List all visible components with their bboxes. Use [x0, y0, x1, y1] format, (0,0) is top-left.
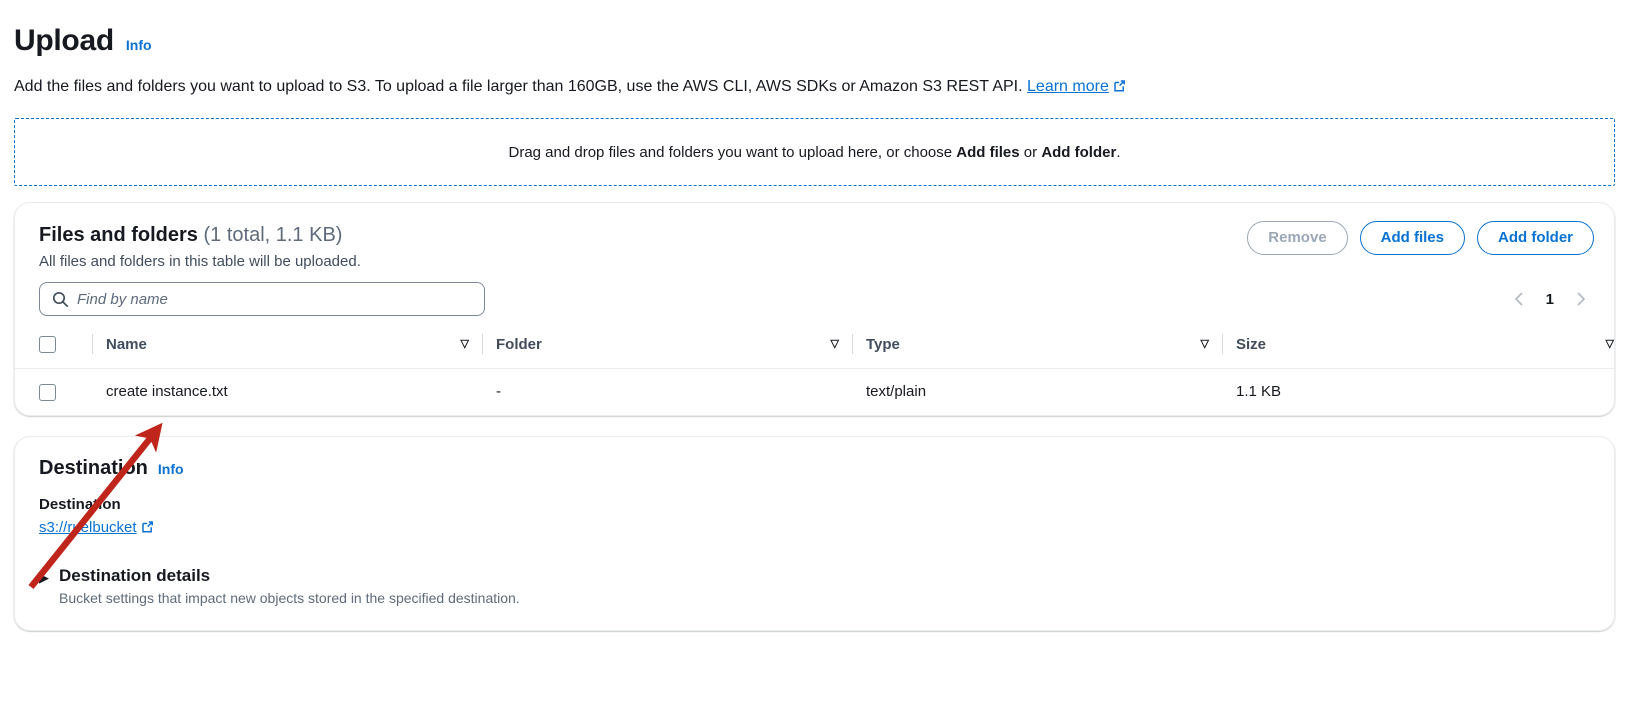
files-table-body: create instance.txt - text/plain 1.1 KB [15, 368, 1614, 415]
add-folder-button[interactable]: Add folder [1477, 221, 1594, 256]
destination-details-title[interactable]: Destination details [59, 566, 520, 586]
files-card-count: (1 total, 1.1 KB) [203, 224, 343, 247]
upload-page: Upload Info Add the files and folders yo… [0, 0, 1629, 704]
destination-details-expandable[interactable]: ▶ Destination details Bucket settings th… [39, 566, 1590, 606]
destination-card: Destination Info Destination s3://ruelbu… [14, 435, 1615, 631]
sort-icon-folder[interactable]: ▽ [831, 338, 839, 350]
remove-button[interactable]: Remove [1247, 221, 1348, 256]
column-header-folder: Folder ▽ [469, 328, 839, 369]
row-folder-cell: - [469, 368, 839, 415]
sort-icon-type[interactable]: ▽ [1201, 338, 1209, 350]
destination-details-subtitle: Bucket settings that impact new objects … [59, 589, 520, 606]
destination-field-label: Destination [39, 495, 121, 513]
column-header-size: Size ▽ [1209, 328, 1614, 369]
header-divider [1222, 334, 1223, 355]
page-description-text: Add the files and folders you want to up… [14, 77, 1023, 95]
dropzone-add-folder-hint: Add folder [1041, 143, 1117, 161]
row-name-text: create instance.txt [106, 383, 228, 401]
header-divider [482, 334, 483, 355]
page-title: Upload [14, 24, 114, 57]
dropzone-text: Drag and drop files and folders you want… [509, 144, 1121, 161]
search-box[interactable] [39, 282, 485, 317]
files-table-header-row: Name ▽ Folder ▽ Type ▽ Size ▽ [15, 328, 1614, 369]
column-header-folder-label[interactable]: Folder [496, 336, 831, 353]
row-size-text: 1.1 KB [1236, 383, 1282, 401]
file-dropzone[interactable]: Drag and drop files and folders you want… [14, 118, 1615, 187]
files-card-subtitle: All files and folders in this table will… [39, 253, 361, 271]
row-type-text: text/plain [866, 383, 927, 401]
row-select-cell [15, 368, 79, 415]
header-info-link[interactable]: Info [126, 37, 152, 53]
learn-more-label: Learn more [1027, 77, 1109, 95]
destination-bucket-text: s3://ruelbucket [39, 518, 137, 536]
external-link-icon [1112, 78, 1126, 101]
pagination-page-1[interactable]: 1 [1546, 291, 1554, 308]
chevron-right-icon[interactable] [1574, 291, 1588, 307]
row-size-cell: 1.1 KB [1209, 368, 1614, 415]
search-input[interactable] [77, 290, 484, 308]
files-filter-row: 1 [15, 270, 1614, 328]
column-header-name: Name ▽ [79, 328, 469, 369]
page-description: Add the files and folders you want to up… [14, 76, 1615, 101]
table-row[interactable]: create instance.txt - text/plain 1.1 KB [15, 368, 1614, 415]
row-checkbox[interactable] [39, 383, 56, 401]
destination-title: Destination [39, 456, 148, 479]
dropzone-text-mid: or [1019, 143, 1042, 161]
files-card-header: Files and folders (1 total, 1.1 KB) All … [15, 203, 1614, 270]
files-card-title-text: Files and folders [39, 224, 198, 247]
external-link-icon [140, 520, 154, 538]
files-table: Name ▽ Folder ▽ Type ▽ Size ▽ create ins… [15, 328, 1614, 415]
dropzone-add-files-hint: Add files [956, 143, 1020, 161]
dropzone-text-end: . [1116, 143, 1121, 161]
select-all-checkbox[interactable] [39, 335, 56, 353]
destination-bucket-link[interactable]: s3://ruelbucket [39, 519, 154, 538]
files-card-actions: Remove Add files Add folder [1247, 221, 1594, 256]
destination-header: Destination Info [39, 457, 1590, 480]
header-divider [92, 334, 93, 355]
sort-icon-size[interactable]: ▽ [1606, 338, 1614, 350]
dropzone-text-start: Drag and drop files and folders you want… [508, 143, 957, 161]
select-all-header [15, 328, 79, 369]
column-header-name-label[interactable]: Name [106, 336, 461, 353]
chevron-left-icon[interactable] [1512, 291, 1526, 307]
search-icon [52, 291, 69, 308]
learn-more-link[interactable]: Learn more [1027, 78, 1126, 95]
row-type-cell: text/plain [839, 368, 1209, 415]
row-name-cell: create instance.txt [79, 368, 469, 415]
add-files-button[interactable]: Add files [1359, 221, 1465, 256]
pagination: 1 [1512, 291, 1594, 308]
row-folder-text: - [496, 383, 501, 401]
files-and-folders-card: Files and folders (1 total, 1.1 KB) All … [14, 202, 1615, 416]
column-header-type-label[interactable]: Type [866, 336, 1201, 353]
destination-info-link[interactable]: Info [158, 461, 184, 477]
header-divider [852, 334, 853, 355]
caret-right-icon[interactable]: ▶ [39, 566, 49, 584]
column-header-type: Type ▽ [839, 328, 1209, 369]
column-header-size-label[interactable]: Size [1236, 336, 1606, 353]
sort-icon-name[interactable]: ▽ [461, 338, 469, 350]
files-card-title-block: Files and folders (1 total, 1.1 KB) All … [39, 221, 361, 270]
page-header: Upload Info [14, 0, 1615, 59]
files-table-head: Name ▽ Folder ▽ Type ▽ Size ▽ [15, 328, 1614, 369]
files-card-title: Files and folders (1 total, 1.1 KB) [39, 223, 361, 247]
